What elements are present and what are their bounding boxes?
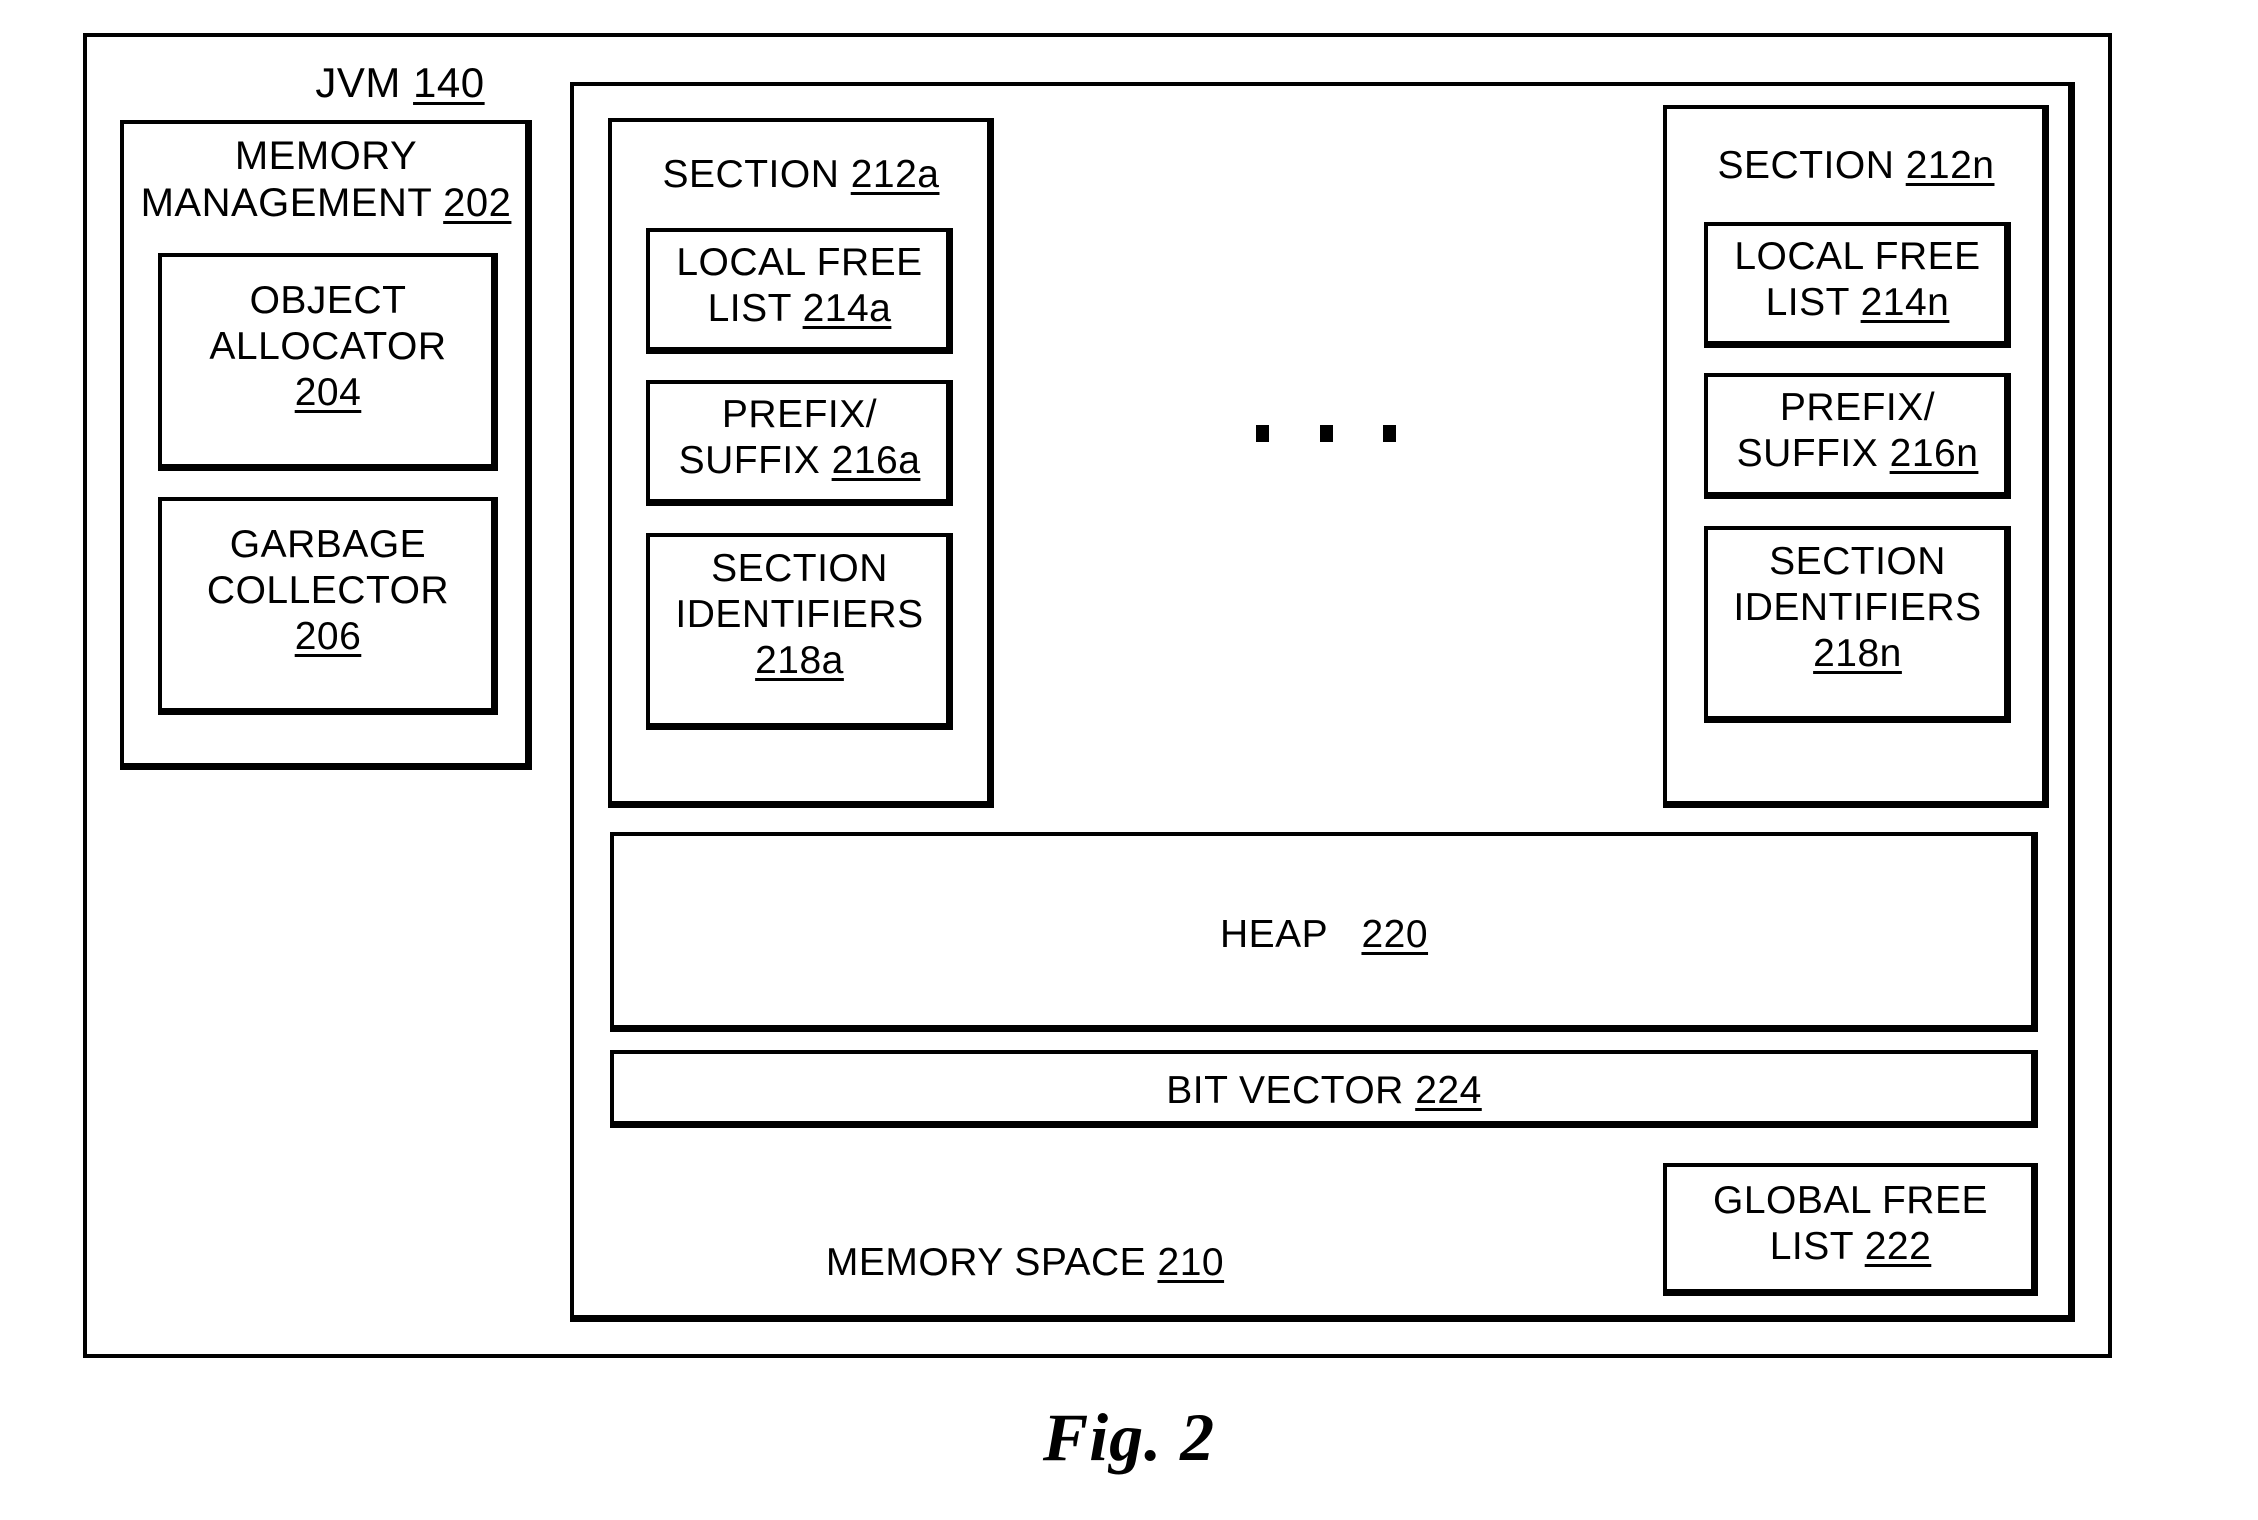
garbage-collector-line2: COLLECTOR	[206, 569, 450, 613]
memory-management-ref: 202	[443, 181, 512, 226]
global-free-list-label: GLOBAL FREE LIST 222	[1663, 1178, 2038, 1270]
prefix-suffix-216a-ref: 216a	[831, 439, 921, 483]
prefix-suffix-216a-line1: PREFIX/	[721, 393, 878, 436]
ellipsis-dot-2	[1319, 424, 1333, 442]
jvm-title: JVM 140	[200, 58, 600, 108]
prefix-suffix-216n-label: PREFIX/ SUFFIX 216n	[1704, 385, 2011, 477]
section-identifiers-218n-label: SECTION IDENTIFIERS 218n	[1704, 539, 2011, 677]
prefix-suffix-216a-line2: SUFFIX	[678, 439, 821, 483]
memory-space-label: MEMORY SPACE 210	[610, 1240, 1440, 1286]
prefix-suffix-216n-line2: SUFFIX	[1736, 432, 1879, 476]
jvm-title-label: JVM	[315, 59, 401, 106]
memory-management-title: MEMORY MANAGEMENT 202	[120, 133, 532, 227]
ellipsis-between-sections	[1256, 423, 1396, 443]
jvm-title-ref: 140	[413, 59, 485, 106]
memory-management-title-line1: MEMORY	[234, 134, 418, 178]
section-identifiers-218n-line2: IDENTIFIERS	[1733, 586, 1982, 630]
global-free-list-line1: GLOBAL FREE	[1713, 1179, 1988, 1222]
object-allocator-label: OBJECT ALLOCATOR 204	[158, 278, 498, 416]
memory-space-label-text: MEMORY SPACE	[825, 1241, 1147, 1284]
section-212a-title: SECTION 212a	[608, 152, 994, 198]
local-free-list-214a-label: LOCAL FREE LIST 214a	[646, 240, 953, 332]
local-free-list-214a-line2: LIST	[707, 287, 792, 331]
section-212a-title-ref: 212a	[850, 153, 940, 196]
heap-label: HEAP 220	[610, 912, 2038, 958]
section-212n-title-ref: 212n	[1905, 144, 1995, 187]
section-212n-title: SECTION 212n	[1663, 143, 2049, 189]
figure-caption: Fig. 2	[1042, 1399, 1216, 1475]
section-212a-title-label: SECTION	[662, 153, 840, 196]
local-free-list-214n-label: LOCAL FREE LIST 214n	[1704, 234, 2011, 326]
prefix-suffix-216n-ref: 216n	[1889, 432, 1979, 476]
section-identifiers-218n-line1: SECTION	[1769, 540, 1946, 583]
heap-label-text: HEAP	[1219, 913, 1328, 956]
section-identifiers-218a-line2: IDENTIFIERS	[675, 593, 924, 637]
global-free-list-line2: LIST	[1769, 1225, 1854, 1269]
ellipsis-dot-1	[1256, 424, 1269, 442]
section-identifiers-218a-label: SECTION IDENTIFIERS 218a	[646, 546, 953, 684]
object-allocator-line1: OBJECT	[249, 279, 407, 322]
local-free-list-214n-line1: LOCAL FREE	[1734, 235, 1981, 278]
memory-management-title-line2: MANAGEMENT	[140, 181, 432, 226]
prefix-suffix-216n-line1: PREFIX/	[1779, 386, 1936, 429]
section-identifiers-218a-line1: SECTION	[711, 547, 888, 590]
garbage-collector-ref: 206	[294, 615, 362, 659]
section-identifiers-218a-ref: 218a	[755, 639, 844, 683]
object-allocator-ref: 204	[294, 371, 362, 415]
ellipsis-dot-3	[1383, 424, 1396, 442]
global-free-list-ref: 222	[1864, 1225, 1932, 1269]
heap-ref: 220	[1361, 913, 1429, 956]
bit-vector-label: BIT VECTOR 224	[610, 1068, 2038, 1114]
local-free-list-214a-line1: LOCAL FREE	[676, 241, 923, 284]
garbage-collector-line1: GARBAGE	[229, 523, 427, 566]
local-free-list-214n-line2: LIST	[1765, 281, 1850, 325]
section-identifiers-218n-ref: 218n	[1813, 632, 1902, 676]
prefix-suffix-216a-label: PREFIX/ SUFFIX 216a	[646, 392, 953, 484]
bit-vector-ref: 224	[1415, 1069, 1482, 1112]
memory-space-ref: 210	[1157, 1241, 1225, 1284]
section-212n-title-label: SECTION	[1717, 144, 1895, 187]
garbage-collector-label: GARBAGE COLLECTOR 206	[158, 522, 498, 660]
figure-canvas: JVM 140 MEMORY MANAGEMENT 202 OBJECT ALL…	[0, 0, 2258, 1520]
local-free-list-214a-ref: 214a	[802, 287, 892, 331]
object-allocator-line2: ALLOCATOR	[209, 325, 447, 369]
local-free-list-214n-ref: 214n	[1860, 281, 1950, 325]
bit-vector-label-text: BIT VECTOR	[1166, 1069, 1404, 1112]
